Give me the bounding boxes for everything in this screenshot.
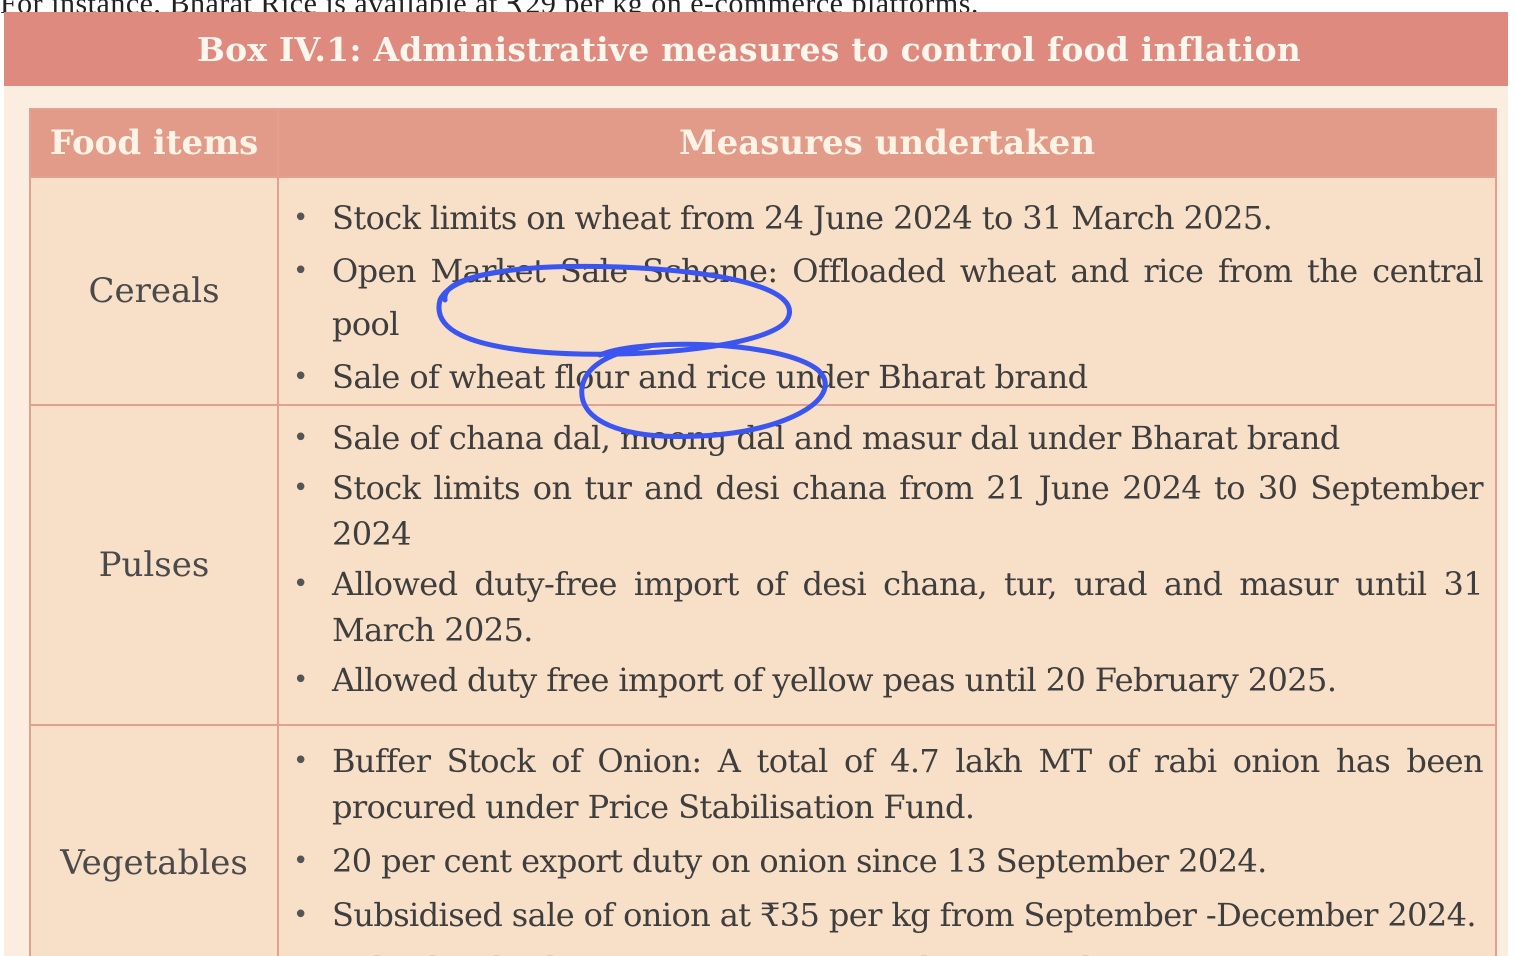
food-item-vegetables: Vegetables	[29, 724, 279, 956]
measure-list: Sale of chana dal, moong dal and masur d…	[279, 406, 1495, 703]
list-item: Buffer Stock of Onion: A total of 4.7 la…	[279, 738, 1495, 830]
measure-list: Buffer Stock of Onion: A total of 4.7 la…	[279, 726, 1495, 956]
measures-pulses: Sale of chana dal, moong dal and masur d…	[277, 404, 1497, 726]
header-measures-undertaken: Measures undertaken	[277, 108, 1497, 178]
list-item: Open Market Sale Scheme: Offloaded wheat…	[279, 245, 1495, 351]
measure-list: Stock limits on wheat from 24 June 2024 …	[279, 178, 1495, 404]
list-item: Allowed duty-free import of desi chana, …	[279, 561, 1495, 653]
box-title-bar: Box IV.1: Administrative measures to con…	[4, 12, 1508, 86]
table-row-cereals: Cereals Stock limits on wheat from 24 Ju…	[29, 176, 1497, 406]
table-header-row: Food items Measures undertaken	[29, 108, 1497, 178]
list-item: Stock limits on tur and desi chana from …	[279, 465, 1495, 557]
list-item: Stock limits on wheat from 24 June 2024 …	[279, 192, 1495, 245]
food-item-cereals: Cereals	[29, 176, 279, 406]
info-box: Box IV.1: Administrative measures to con…	[4, 12, 1508, 956]
box-title: Box IV.1: Administrative measures to con…	[197, 29, 1301, 69]
list-item: Sale of wheat flour and rice under Bhara…	[279, 351, 1495, 404]
list-item: Sale of chana dal, moong dal and masur d…	[279, 415, 1495, 461]
measures-cereals: Stock limits on wheat from 24 June 2024 …	[277, 176, 1497, 406]
table-row-vegetables: Vegetables Buffer Stock of Onion: A tota…	[29, 724, 1497, 956]
measures-table: Food items Measures undertaken Cereals S…	[29, 108, 1497, 956]
header-food-items: Food items	[29, 108, 279, 178]
list-item: Allowed duty free import of yellow peas …	[279, 657, 1495, 703]
measures-vegetables: Buffer Stock of Onion: A total of 4.7 la…	[277, 724, 1497, 956]
list-item: Subsidised sale of Tomato at ₹65 per kg …	[279, 946, 1495, 956]
food-item-pulses: Pulses	[29, 404, 279, 726]
list-item: Subsidised sale of onion at ₹35 per kg f…	[279, 892, 1495, 938]
table-row-pulses: Pulses Sale of chana dal, moong dal and …	[29, 404, 1497, 726]
list-item: 20 per cent export duty on onion since 1…	[279, 838, 1495, 884]
